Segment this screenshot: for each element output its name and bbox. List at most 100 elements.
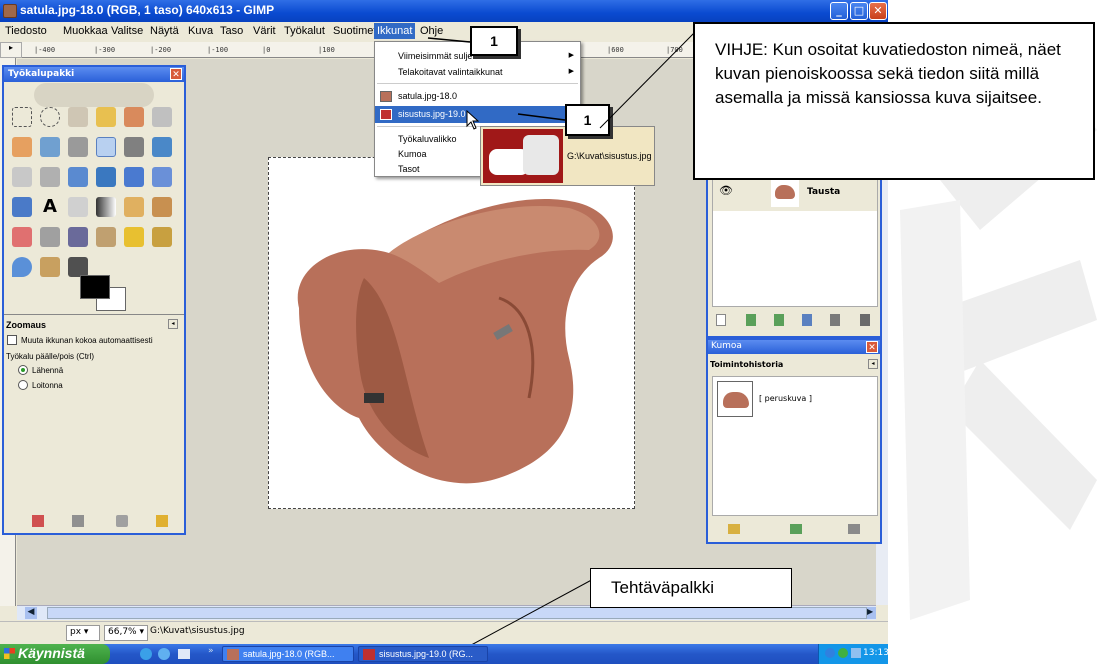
clone-tool-icon[interactable] — [96, 227, 116, 247]
foreground-select-tool-icon[interactable] — [12, 137, 32, 157]
new-layer-icon[interactable] — [716, 314, 726, 326]
duplicate-layer-icon[interactable] — [802, 314, 812, 326]
task-satula[interactable]: satula.jpg-18.0 (RGB... — [222, 646, 354, 662]
menu-suotimet[interactable]: Suotimet — [333, 25, 376, 37]
ink-tool-icon[interactable] — [68, 227, 88, 247]
eraser-tool-icon[interactable] — [12, 227, 32, 247]
color-select-tool-icon[interactable] — [124, 107, 144, 127]
crop-tool-icon[interactable] — [40, 167, 60, 187]
undo-menu-icon[interactable]: ◂ — [868, 359, 878, 369]
zoom-select[interactable]: 66,7% ▾ — [104, 625, 148, 641]
paintbrush-tool-icon[interactable] — [152, 197, 172, 217]
scroll-right-arrow-icon[interactable]: ▶ — [867, 607, 876, 619]
bucket-fill-tool-icon[interactable] — [68, 197, 88, 217]
menu-item-dockable-dialogs[interactable]: Telakoitavat valintaikkunat ▶ — [375, 64, 580, 81]
tray-display-icon[interactable] — [851, 648, 861, 658]
heal-tool-icon[interactable] — [124, 227, 144, 247]
toolbox-close-icon[interactable]: ✕ — [170, 68, 182, 80]
ellipse-select-tool-icon[interactable] — [40, 107, 60, 127]
show-desktop-icon[interactable] — [178, 649, 190, 659]
move-tool-icon[interactable] — [152, 137, 172, 157]
reset-options-icon[interactable] — [156, 515, 168, 527]
tool-options-title: Zoomaus — [6, 320, 47, 330]
scroll-thumb[interactable] — [47, 607, 867, 619]
zoom-in-radio[interactable] — [18, 365, 28, 375]
flip-tool-icon[interactable] — [12, 197, 32, 217]
menu-valitse[interactable]: Valitse — [111, 25, 143, 37]
minimize-button[interactable]: _ — [830, 2, 848, 20]
scroll-left-arrow-icon[interactable]: ◀ — [25, 607, 37, 619]
menu-kuva[interactable]: Kuva — [188, 25, 213, 37]
zoom-out-radio[interactable] — [18, 380, 28, 390]
resize-window-label: Muuta ikkunan kokoa automaattisesti — [21, 336, 153, 345]
blur-tool-icon[interactable] — [12, 257, 32, 277]
raise-layer-icon[interactable] — [746, 314, 756, 326]
color-picker-tool-icon[interactable] — [68, 137, 88, 157]
zoom-tool-icon[interactable] — [96, 137, 116, 157]
text-tool-icon[interactable]: A — [40, 197, 60, 217]
free-select-tool-icon[interactable] — [68, 107, 88, 127]
menu-varit[interactable]: Värit — [253, 25, 276, 37]
image-canvas[interactable] — [268, 157, 635, 509]
menu-item-satula[interactable]: satula.jpg-18.0 — [375, 88, 580, 105]
menu-ohje[interactable]: Ohje — [420, 25, 443, 37]
submenu-arrow-icon: ▶ — [568, 68, 574, 75]
perspective-tool-icon[interactable] — [152, 167, 172, 187]
undo-entry[interactable]: [ peruskuva ] — [713, 379, 877, 419]
menu-ikkunat[interactable]: Ikkunat — [374, 23, 416, 39]
delete-options-icon[interactable] — [116, 515, 128, 527]
ie-quicklaunch-icon[interactable] — [140, 648, 152, 660]
quicklaunch-more-icon[interactable]: » — [208, 646, 214, 656]
scale-tool-icon[interactable] — [96, 167, 116, 187]
start-button[interactable]: Käynnistä — [0, 644, 110, 664]
menu-taso[interactable]: Taso — [220, 25, 243, 37]
clear-history-icon[interactable] — [848, 524, 860, 534]
redo-button-icon[interactable] — [790, 524, 802, 534]
measure-tool-icon[interactable] — [124, 137, 144, 157]
taskbar-label-box: Tehtäväpalkki — [590, 568, 792, 608]
browser-quicklaunch-icon[interactable] — [158, 648, 170, 660]
pencil-tool-icon[interactable] — [124, 197, 144, 217]
menu-tyokalut[interactable]: Työkalut — [284, 25, 325, 37]
task-sisustus[interactable]: sisustus.jpg-19.0 (RG... — [358, 646, 488, 662]
scissors-tool-icon[interactable] — [152, 107, 172, 127]
save-options-icon[interactable] — [32, 515, 44, 527]
foreground-color-swatch-front[interactable] — [80, 275, 110, 299]
visibility-eye-icon[interactable]: 👁 — [719, 184, 733, 197]
undo-button-icon[interactable] — [728, 524, 740, 534]
tray-security-icon[interactable] — [838, 648, 848, 658]
undo-close-icon[interactable]: ✕ — [866, 341, 878, 353]
restore-options-icon[interactable] — [72, 515, 84, 527]
rect-select-tool-icon[interactable] — [12, 107, 32, 127]
window-title: satula.jpg-18.0 (RGB, 1 taso) 640x613 - … — [20, 3, 275, 17]
delete-layer-icon[interactable] — [860, 314, 870, 326]
layer-row[interactable]: 👁 Tausta — [713, 175, 877, 211]
fuzzy-select-tool-icon[interactable] — [96, 107, 116, 127]
menu-nayta[interactable]: Näytä — [150, 25, 179, 37]
close-button[interactable]: ✕ — [869, 2, 887, 20]
unit-select[interactable]: px ▾ — [66, 625, 100, 641]
anchor-layer-icon[interactable] — [830, 314, 840, 326]
menu-separator — [377, 83, 578, 84]
ruler-label: |100 — [318, 46, 335, 54]
shear-tool-icon[interactable] — [124, 167, 144, 187]
resize-window-checkbox[interactable] — [7, 335, 17, 345]
airbrush-tool-icon[interactable] — [40, 227, 60, 247]
perspective-clone-tool-icon[interactable] — [152, 227, 172, 247]
lower-layer-icon[interactable] — [774, 314, 784, 326]
menu-muokkaa[interactable]: Muokkaa — [63, 25, 108, 37]
callout-number: 1 — [490, 33, 498, 49]
ruler-corner-button[interactable]: ▸ — [0, 42, 22, 58]
tray-network-icon[interactable] — [825, 648, 835, 658]
maximize-button[interactable]: □ — [850, 2, 868, 20]
align-tool-icon[interactable] — [12, 167, 32, 187]
rotate-tool-icon[interactable] — [68, 167, 88, 187]
blend-tool-icon[interactable] — [96, 197, 116, 217]
paths-tool-icon[interactable] — [40, 137, 60, 157]
smudge-tool-icon[interactable] — [40, 257, 60, 277]
menu-tiedosto[interactable]: Tiedosto — [5, 25, 47, 37]
undo-thumbnail — [717, 381, 753, 417]
dodge-burn-tool-icon[interactable] — [68, 257, 88, 277]
options-menu-icon[interactable]: ◂ — [168, 319, 178, 329]
title-bar: satula.jpg-18.0 (RGB, 1 taso) 640x613 - … — [0, 0, 888, 22]
